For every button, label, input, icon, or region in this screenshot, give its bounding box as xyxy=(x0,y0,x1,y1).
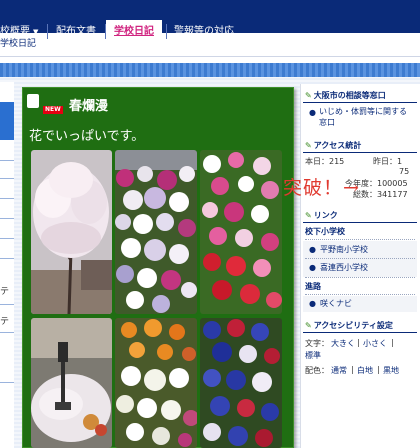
divider xyxy=(303,222,417,223)
nav-item-label: 学校日記 xyxy=(114,26,154,37)
color-black[interactable]: 黒地 xyxy=(383,365,399,376)
link-label: 喜連西小学校 xyxy=(319,263,368,272)
divider xyxy=(305,239,415,240)
link-saku-navi[interactable]: ● 咲くナビ xyxy=(309,298,352,309)
right-sidebar: ✎ 大阪市の相談等窓口 ● いじめ・体罰等に関する窓口 ✎ アクセス統計 本日：21… xyxy=(300,84,420,448)
divider xyxy=(0,258,14,259)
yesterday-count-cont: 75 xyxy=(399,167,410,176)
post-subtitle: 花でいっぱいです。 xyxy=(29,129,145,144)
links-heading: ✎ リンク xyxy=(305,210,338,221)
post-icon xyxy=(27,94,39,108)
consult-heading: ✎ 大阪市の相談等窓口 xyxy=(305,90,386,101)
heading-text: リンク xyxy=(313,211,338,220)
nav-item-alerts[interactable]: 警報等の対応 xyxy=(174,20,234,43)
color-white[interactable]: 白地 xyxy=(357,365,373,376)
bullet-icon: ● xyxy=(309,299,316,308)
divider xyxy=(0,238,14,239)
blog-post: NEW 春爛漫 花でいっぱいです。 xyxy=(22,87,294,448)
white-flowers-photo[interactable] xyxy=(115,150,197,314)
nav-item-documents[interactable]: 配布文書 xyxy=(56,20,96,43)
pencil-icon: ✎ xyxy=(305,91,312,100)
left-menu-item[interactable]: テ xyxy=(0,314,9,327)
divider xyxy=(305,258,415,259)
link-hirano-minami[interactable]: ● 平野南小学校 xyxy=(309,244,368,255)
left-menu-item[interactable]: テ xyxy=(0,284,9,297)
separator: | xyxy=(357,338,360,347)
text-size-standard[interactable]: 標準 xyxy=(305,350,321,361)
bullet-icon: ● xyxy=(309,263,316,272)
separator: | xyxy=(377,365,380,374)
nav-item-school-diary[interactable]: 学校日記 xyxy=(106,20,162,43)
divider xyxy=(0,382,14,383)
link-group-career: 進路 xyxy=(305,282,321,291)
consult-link-text[interactable]: いじめ・体罰等に関する窓口 xyxy=(319,106,411,128)
post-title[interactable]: 春爛漫 xyxy=(69,95,108,114)
text-size-label: 文字： xyxy=(305,339,329,348)
pencil-icon: ✎ xyxy=(305,321,312,330)
today-count: 本日：215 xyxy=(305,157,345,166)
divider xyxy=(303,152,417,153)
header-band xyxy=(0,63,420,77)
access-heading: ✎ アクセス統計 xyxy=(305,140,361,151)
caret-down-icon: ▼ xyxy=(33,28,39,36)
nav-item-label: 警報等の対応 xyxy=(174,26,234,37)
left-column: テ テ xyxy=(0,82,14,448)
divider xyxy=(0,304,14,305)
color-normal[interactable]: 通常 xyxy=(331,365,347,376)
divider xyxy=(0,332,14,333)
separator: | xyxy=(351,365,354,374)
breadcrumb-current: 学校日記 xyxy=(0,39,37,49)
divider xyxy=(303,332,417,333)
divider xyxy=(0,218,14,219)
nav-separator xyxy=(166,24,167,39)
nav-item-label: 配布文書 xyxy=(56,26,96,37)
annotation-breakthrough: 突破！→ xyxy=(283,177,360,199)
divider xyxy=(0,178,14,179)
divider xyxy=(0,160,14,161)
link-label: 咲くナビ xyxy=(319,299,352,308)
divider xyxy=(0,56,420,57)
nav-separator xyxy=(47,24,48,39)
divider xyxy=(0,198,14,199)
divider xyxy=(305,294,415,295)
pencil-icon: ✎ xyxy=(305,211,312,220)
yesterday-count: 昨日：1 xyxy=(373,157,403,166)
divider xyxy=(305,277,415,278)
garden-lamp-photo[interactable] xyxy=(31,318,112,448)
new-badge: NEW xyxy=(43,106,63,114)
heading-text: アクセシビリティ設定 xyxy=(313,321,393,330)
divider xyxy=(303,102,417,103)
text-size-small[interactable]: 小さく xyxy=(363,338,387,349)
heading-text: アクセス統計 xyxy=(313,141,362,150)
breadcrumb: 学校日記 xyxy=(0,36,36,49)
blue-flowers-photo[interactable] xyxy=(200,318,282,448)
link-kire-nishi[interactable]: ● 喜連西小学校 xyxy=(309,262,368,273)
pencil-icon: ✎ xyxy=(305,141,312,150)
heading-text: 大阪市の相談等窓口 xyxy=(313,91,386,100)
pink-flowers-photo[interactable] xyxy=(200,150,282,314)
total-count: 総数：341177 xyxy=(353,190,408,199)
bullet-icon: ● xyxy=(309,245,316,254)
accessibility-heading: ✎ アクセシビリティ設定 xyxy=(305,320,393,331)
left-column-header xyxy=(0,102,14,140)
text-size-large[interactable]: 大きく xyxy=(331,338,355,349)
orange-flowers-photo[interactable] xyxy=(115,318,197,448)
link-group-elementary: 校下小学校 xyxy=(305,227,345,236)
cherry-tree-photo[interactable] xyxy=(31,150,112,314)
separator: | xyxy=(391,338,394,347)
color-scheme-label: 配色： xyxy=(305,366,329,375)
top-navigation: 校概要 ▼ 配布文書 学校日記 警報等の対応 xyxy=(0,0,420,43)
bullet-icon: ● xyxy=(309,108,316,117)
link-label: 平野南小学校 xyxy=(319,245,368,254)
